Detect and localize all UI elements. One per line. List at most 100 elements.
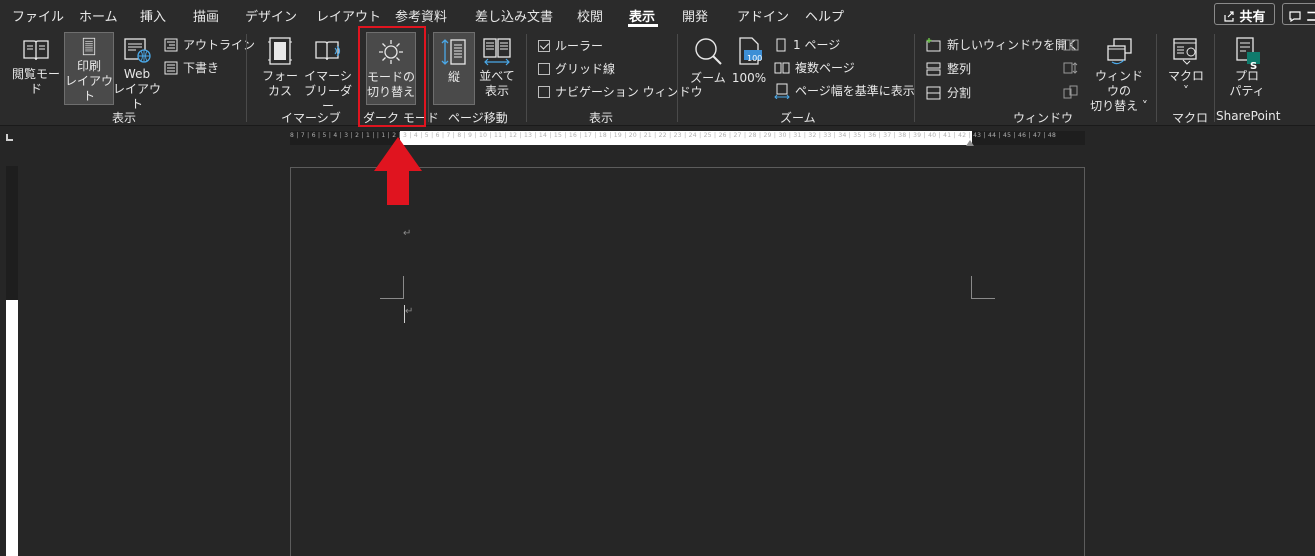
margin-corner-top-right-h — [971, 298, 995, 299]
properties-label-2: パティ — [1229, 84, 1265, 98]
arrange-all-button[interactable]: 整列 — [926, 60, 971, 77]
word-window: ファイル ホーム 挿入 描画 デザイン レイアウト 参考資料 差し込み文書 校閲… — [0, 0, 1315, 556]
one-page-button[interactable]: 1 ページ — [774, 36, 840, 53]
tab-references[interactable]: 参考資料 — [395, 6, 447, 25]
tab-view[interactable]: 表示 — [629, 6, 655, 25]
zoom-100-label: 100% — [731, 71, 767, 85]
comments-label: コ — [1305, 10, 1315, 25]
sharepoint-badge: S — [1250, 61, 1258, 72]
read-mode-label: 閲覧モード — [11, 67, 60, 96]
reset-window-position-icon[interactable] — [1063, 85, 1079, 99]
page-movement-group-label: ページ移動 — [448, 111, 508, 125]
ruler-label: ルーラー — [555, 39, 604, 53]
outline-label: アウトライン — [183, 38, 256, 52]
share-button[interactable]: 共有 — [1214, 3, 1275, 25]
macros-label: マクロ — [1167, 69, 1204, 83]
margin-corner-top-left-h — [380, 298, 404, 299]
print-layout-label-1: 印刷 — [76, 59, 101, 73]
comments-button[interactable]: コ — [1282, 3, 1315, 25]
outline-button[interactable]: アウトライン — [164, 36, 255, 53]
macros-chevron: ˅ — [1183, 84, 1189, 98]
ribbon: 閲覧モード 印刷 レイアウト Web レイアウト アウトライン 下書き 表示 フ… — [0, 28, 1315, 126]
zoom-group-label: ズーム — [780, 111, 816, 125]
multiple-pages-icon — [774, 62, 790, 73]
web-layout-label-2: レイアウト — [112, 82, 161, 111]
immersive-reader-button[interactable]: イマーシ ブリーダー — [302, 36, 354, 114]
navigation-pane-label: ナビゲーション ウィンドウ — [555, 85, 703, 99]
gridlines-checkbox[interactable]: グリッド線 — [538, 60, 615, 77]
page-width-button[interactable]: ページ幅を基準に表示 — [774, 82, 915, 99]
red-arrow-annotation — [374, 137, 422, 205]
focus-label-1: フォー — [261, 69, 298, 83]
properties-button[interactable]: S プロ パティ — [1222, 36, 1272, 99]
arrange-icon — [926, 62, 941, 75]
tab-developer[interactable]: 開発 — [682, 6, 708, 25]
web-layout-icon — [124, 38, 151, 63]
switch-windows-button[interactable]: ウィンドウの 切り替え ˅ — [1090, 36, 1148, 114]
side-to-side-label-1: 並べて — [479, 69, 515, 83]
tab-mailings[interactable]: 差し込み文書 — [475, 6, 553, 25]
tab-file[interactable]: ファイル — [12, 6, 64, 25]
group-separator — [526, 34, 527, 122]
zoom-button[interactable]: ズーム — [688, 36, 728, 86]
show-group-label: 表示 — [589, 111, 614, 125]
properties-icon — [1236, 37, 1260, 64]
side-to-side-button[interactable]: 並べて 表示 — [476, 36, 518, 99]
split-button[interactable]: 分割 — [926, 84, 971, 101]
page-100-badge: 100 — [747, 54, 763, 63]
page-width-label: ページ幅を基準に表示 — [795, 84, 915, 98]
tab-addins[interactable]: アドイン — [737, 6, 789, 25]
tab-home[interactable]: ホーム — [79, 6, 118, 25]
side-to-side-icon — [483, 38, 511, 66]
gridlines-label: グリッド線 — [555, 62, 616, 76]
zoom-100-button[interactable]: 100 100% — [730, 36, 768, 86]
vertical-label: 縦 — [447, 70, 460, 84]
margin-corner-top-left-v — [403, 276, 404, 298]
ruler-checkbox[interactable]: ルーラー — [538, 37, 603, 54]
immersive-group-label: イマーシブ — [281, 111, 341, 125]
immersive-reader-icon — [315, 41, 341, 61]
tab-layout[interactable]: レイアウト — [316, 6, 381, 25]
tab-review[interactable]: 校閲 — [577, 6, 603, 25]
vertical-button[interactable]: 縦 — [433, 32, 475, 105]
tab-insert[interactable]: 挿入 — [140, 6, 166, 25]
view-side-by-side-icon[interactable] — [1063, 38, 1079, 52]
group-separator — [914, 34, 915, 122]
split-icon — [926, 86, 941, 99]
switch-windows-icon — [1107, 38, 1132, 65]
web-layout-label-1: Web — [123, 67, 151, 81]
focus-icon — [268, 37, 292, 65]
book-icon — [23, 40, 49, 61]
ruler-check[interactable] — [538, 39, 550, 52]
macros-button[interactable]: マクロ ˅ — [1164, 36, 1208, 99]
right-indent-marker[interactable] — [966, 139, 974, 146]
tab-help[interactable]: ヘルプ — [805, 6, 844, 25]
share-icon — [1224, 11, 1234, 22]
paragraph-mark: ↵ — [405, 306, 414, 317]
new-window-label: 新しいウィンドウを開く — [947, 38, 1080, 52]
draft-label: 下書き — [183, 61, 220, 75]
read-mode-button[interactable]: 閲覧モード — [8, 36, 64, 97]
multiple-pages-button[interactable]: 複数ページ — [774, 59, 855, 76]
tab-selector[interactable] — [6, 134, 13, 141]
synchronous-scrolling-icon[interactable] — [1063, 61, 1079, 75]
group-separator — [677, 34, 678, 122]
magnifier-icon — [695, 38, 722, 65]
sharepoint-group-label: SharePoint — [1216, 109, 1281, 123]
macros-group-label: マクロ — [1172, 111, 1209, 125]
tab-design[interactable]: デザイン — [245, 6, 297, 25]
page-width-icon — [774, 83, 790, 99]
new-window-button[interactable]: 新しいウィンドウを開く — [926, 36, 1079, 53]
tab-draw[interactable]: 描画 — [193, 6, 219, 25]
vertical-ruler-text-area — [6, 300, 18, 556]
group-separator — [246, 34, 247, 122]
print-layout-button[interactable]: 印刷 レイアウト — [64, 32, 114, 105]
document-page[interactable]: ↵ ↵ — [290, 167, 1085, 556]
navigation-pane-check[interactable] — [538, 85, 550, 98]
web-layout-button[interactable]: Web レイアウト — [112, 36, 162, 112]
side-to-side-label-2: 表示 — [484, 84, 509, 98]
gridlines-check[interactable] — [538, 62, 550, 75]
focus-button[interactable]: フォー カス — [258, 36, 302, 99]
draft-button[interactable]: 下書き — [164, 59, 219, 76]
highlight-box — [358, 26, 426, 127]
